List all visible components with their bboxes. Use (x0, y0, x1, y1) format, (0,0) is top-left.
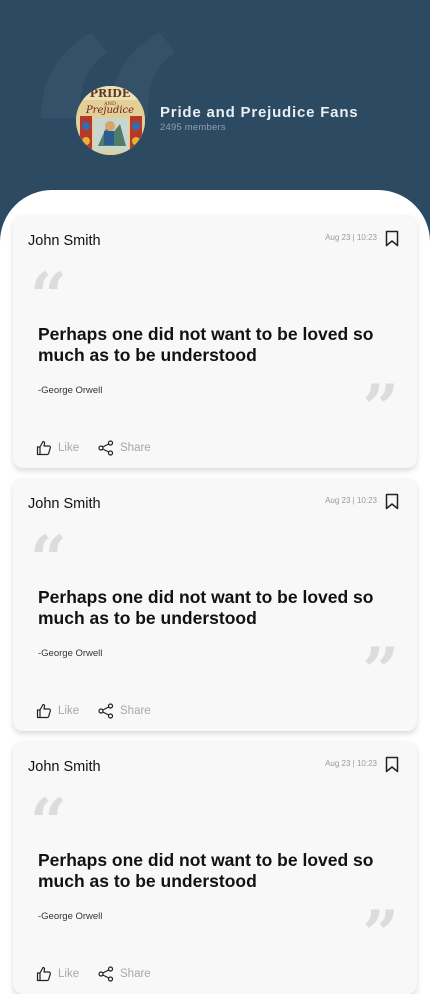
thumbs-up-icon (36, 440, 51, 456)
post-timestamp: Aug 23 | 10:23 (325, 759, 377, 768)
like-label: Like (58, 442, 80, 454)
open-quote-icon: “ (30, 785, 67, 860)
post-author[interactable]: John Smith (28, 233, 101, 249)
group-info: PRIDE AND Prejudice Pride and Prejudice … (76, 86, 358, 155)
group-avatar[interactable]: PRIDE AND Prejudice (76, 86, 145, 155)
like-button[interactable]: Like (36, 440, 79, 456)
thumbs-up-icon (36, 966, 51, 982)
avatar-text-3: Prejudice (85, 105, 134, 116)
open-quote-icon: “ (30, 259, 67, 334)
post-card[interactable]: John Smith Aug 23 | 10:23 “ Perhaps one … (13, 215, 417, 468)
share-button[interactable]: Share (98, 703, 151, 719)
like-button[interactable]: Like (36, 703, 79, 719)
bookmark-icon[interactable] (385, 493, 399, 510)
post-timestamp: Aug 23 | 10:23 (325, 496, 377, 505)
group-title: Pride and Prejudice Fans (160, 104, 359, 121)
post-quote-text: Perhaps one did not want to be loved so … (38, 324, 374, 365)
group-text: Pride and Prejudice Fans 2495 members (160, 104, 358, 133)
share-icon (98, 440, 114, 456)
close-quote-icon: ” (362, 634, 399, 709)
share-label: Share (120, 442, 151, 454)
post-card[interactable]: John Smith Aug 23 | 10:23 “ Perhaps one … (13, 478, 417, 731)
post-quote-source: -George Orwell (38, 648, 103, 659)
group-member-count: 2495 members (160, 122, 226, 133)
close-quote-icon: ” (362, 371, 399, 446)
post-quote-text: Perhaps one did not want to be loved so … (38, 587, 374, 628)
like-button[interactable]: Like (36, 966, 79, 982)
post-quote-source: -George Orwell (38, 385, 103, 396)
share-label: Share (120, 968, 151, 980)
like-label: Like (58, 705, 80, 717)
share-icon (98, 966, 114, 982)
share-button[interactable]: Share (98, 966, 151, 982)
post-quote-source: -George Orwell (38, 911, 103, 922)
post-card[interactable]: John Smith Aug 23 | 10:23 “ Perhaps one … (13, 741, 417, 994)
bookmark-icon[interactable] (385, 230, 399, 247)
post-timestamp: Aug 23 | 10:23 (325, 233, 377, 242)
share-label: Share (120, 705, 151, 717)
open-quote-icon: “ (30, 522, 67, 597)
like-label: Like (58, 968, 80, 980)
post-author[interactable]: John Smith (28, 496, 101, 512)
post-author[interactable]: John Smith (28, 759, 101, 775)
share-icon (98, 703, 114, 719)
book-cover-image: PRIDE AND Prejudice (76, 86, 145, 155)
bookmark-icon[interactable] (385, 756, 399, 773)
close-quote-icon: ” (362, 897, 399, 972)
share-button[interactable]: Share (98, 440, 151, 456)
thumbs-up-icon (36, 703, 51, 719)
post-quote-text: Perhaps one did not want to be loved so … (38, 850, 374, 891)
avatar-text-1: PRIDE (90, 87, 130, 100)
